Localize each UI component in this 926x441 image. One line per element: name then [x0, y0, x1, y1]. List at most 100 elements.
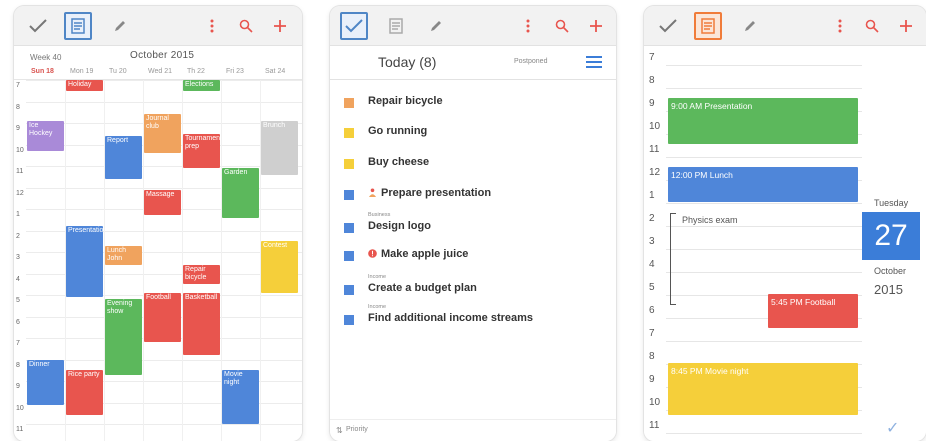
hamburger-menu-icon[interactable]: [586, 56, 602, 68]
hour-label: 2: [649, 213, 655, 224]
day-header-0[interactable]: Sun 18: [31, 68, 54, 75]
task-title: Repair bicycle: [368, 95, 443, 107]
hour-label: 7: [649, 328, 655, 339]
plus-icon[interactable]: [266, 12, 294, 40]
agenda-icon[interactable]: [64, 12, 92, 40]
calendar-event[interactable]: Brunch: [261, 120, 298, 175]
today-list-phone: Today (8) Postponed Repair bicycle Go run…: [330, 6, 616, 441]
calendar-event[interactable]: Lunch John: [105, 245, 142, 265]
more-vert-icon[interactable]: [514, 12, 542, 40]
pencil-icon[interactable]: [736, 12, 764, 40]
toolbar: [644, 6, 926, 46]
task-item[interactable]: Income Find additional income streams: [330, 302, 616, 332]
search-icon[interactable]: [232, 12, 260, 40]
today-header: Today (8) Postponed: [330, 46, 616, 80]
sort-label: Priority: [346, 426, 368, 433]
calendar-event[interactable]: 5:45 PM Football: [768, 293, 858, 328]
search-icon[interactable]: [548, 12, 576, 40]
plus-icon[interactable]: [892, 12, 920, 40]
pencil-icon[interactable]: [422, 12, 450, 40]
calendar-event[interactable]: Massage: [144, 189, 181, 216]
task-item[interactable]: Income Create a budget plan: [330, 272, 616, 302]
agenda-icon[interactable]: [382, 12, 410, 40]
hour-label: 11: [16, 168, 24, 175]
more-vert-icon[interactable]: [826, 12, 854, 40]
year-label: 2015: [874, 282, 903, 297]
task-title-text: Create a budget plan: [368, 282, 477, 294]
task-item[interactable]: Prepare presentation: [330, 182, 616, 212]
exam-bracket: [670, 213, 676, 305]
done-check-icon[interactable]: ✓: [886, 418, 899, 438]
hour-label: 12: [649, 167, 661, 178]
agenda-icon[interactable]: [694, 12, 722, 40]
calendar-event[interactable]: Evening show: [105, 299, 142, 375]
calendar-event[interactable]: Garden: [222, 168, 259, 218]
alert-icon: [368, 249, 377, 258]
task-item[interactable]: Go running: [330, 120, 616, 150]
hour-label: 5: [16, 297, 20, 304]
calendar-event[interactable]: Journal club: [144, 114, 181, 154]
task-title-text: Make apple juice: [381, 248, 469, 260]
hour-line: [666, 157, 862, 158]
calendar-event[interactable]: Dinner: [27, 359, 64, 405]
exam-label[interactable]: Physics exam: [682, 215, 738, 225]
checkmark-icon[interactable]: [654, 12, 682, 40]
hour-label: 6: [16, 318, 20, 326]
task-item[interactable]: Business Design logo: [330, 210, 616, 240]
calendar-event[interactable]: Presentation: [66, 226, 103, 298]
day-header-2[interactable]: Tu 20: [109, 68, 127, 75]
today-title: Today (8): [378, 54, 437, 70]
checkmark-icon[interactable]: [340, 12, 368, 40]
task-category: Income: [368, 274, 387, 280]
calendar-event[interactable]: Elections: [183, 80, 220, 91]
hour-line: [666, 341, 862, 342]
day-header-1[interactable]: Mon 19: [70, 68, 93, 75]
pencil-icon[interactable]: [106, 12, 134, 40]
hour-label: 9: [16, 125, 20, 132]
task-item[interactable]: Make apple juice: [330, 243, 616, 273]
day-header-4[interactable]: Th 22: [187, 68, 205, 75]
week-header: Week 40 October 2015 Sun 18 Mon 19 Tu 20 We…: [14, 46, 302, 80]
calendar-event[interactable]: Football: [144, 292, 181, 343]
task-item[interactable]: Buy cheese: [330, 151, 616, 181]
calendar-event[interactable]: Tournament prep: [183, 133, 220, 169]
week-view-phone: Week 40 October 2015 Sun 18 Mon 19 Tu 20 We…: [14, 6, 302, 441]
task-color-swatch: [344, 128, 354, 138]
day-header-5[interactable]: Fri 23: [226, 68, 244, 75]
task-color-swatch: [344, 285, 354, 295]
hour-line: [666, 433, 862, 434]
task-color-swatch: [344, 251, 354, 261]
day-header-3[interactable]: Wed 21: [148, 68, 172, 75]
calendar-event[interactable]: Basketball: [183, 292, 220, 356]
checkmark-icon[interactable]: [24, 12, 52, 40]
calendar-event[interactable]: 8:45 PM Movie night: [668, 362, 858, 416]
date-badge[interactable]: 27: [862, 212, 920, 260]
calendar-event[interactable]: Movie night: [222, 370, 259, 424]
task-color-swatch: [344, 98, 354, 108]
task-color-swatch: [344, 159, 354, 169]
search-icon[interactable]: [858, 12, 886, 40]
calendar-event[interactable]: Ice Hockey: [27, 120, 64, 151]
day-header-6[interactable]: Sat 24: [265, 68, 285, 75]
hour-label: 4: [649, 259, 655, 270]
task-title: Prepare presentation: [368, 187, 491, 199]
hour-label: 12: [16, 189, 24, 197]
calendar-event[interactable]: Contest: [261, 241, 298, 293]
hour-label: 8: [16, 361, 20, 369]
calendar-event[interactable]: Rice party: [66, 370, 103, 416]
calendar-event[interactable]: 9:00 AM Presentation: [668, 98, 858, 144]
task-item[interactable]: Repair bicycle: [330, 90, 616, 120]
calendar-event[interactable]: 12:00 PM Lunch: [668, 167, 858, 202]
task-title: Find additional income streams: [368, 312, 533, 324]
plus-icon[interactable]: [582, 12, 610, 40]
calendar-event[interactable]: Repair bicycle: [183, 264, 220, 285]
postponed-tab[interactable]: Postponed: [514, 58, 547, 65]
calendar-event[interactable]: Report: [105, 135, 142, 179]
more-vert-icon[interactable]: [198, 12, 226, 40]
calendar-event[interactable]: Holiday: [66, 80, 103, 91]
week-grid[interactable]: 7 8 9 10 11 12 1 2 3 4 5 6 7 8 9 10 11 Holiday Elections Ic…: [14, 80, 302, 441]
day-grid[interactable]: Tuesday 27 October 2015 ✓ 7 8 9 10 11 12 1 2 3 4 5…: [644, 46, 926, 441]
hour-label: 3: [16, 254, 20, 261]
day-view-phone: Tuesday 27 October 2015 ✓ 7 8 9 10 11 12 1 2 3 4 5…: [644, 6, 926, 441]
sort-footer[interactable]: ⇅ Priority: [330, 419, 616, 441]
